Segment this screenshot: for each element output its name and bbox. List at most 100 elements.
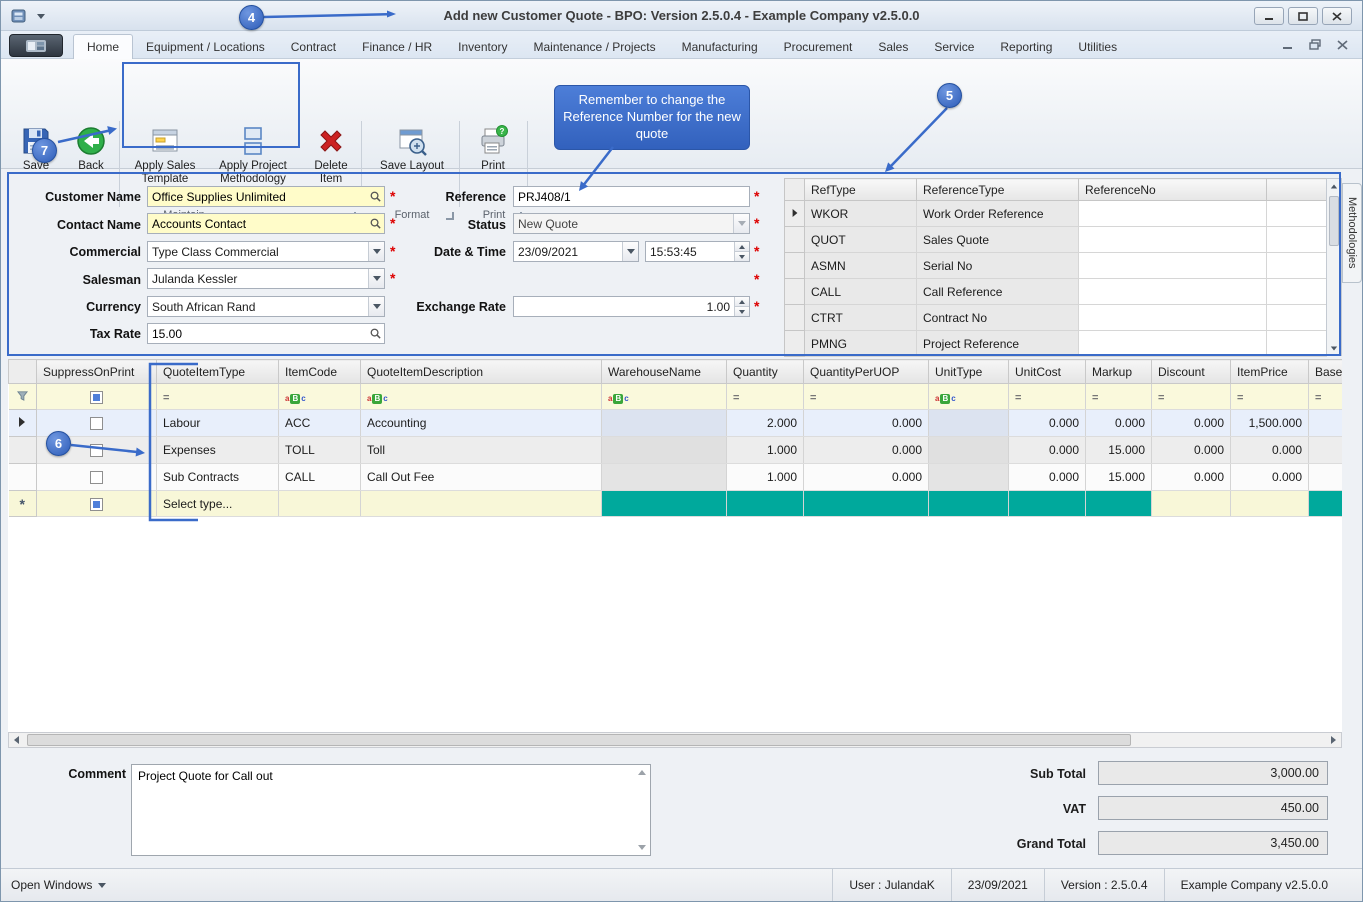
discount-cell[interactable]: 0.000 [1152,464,1231,491]
col-base[interactable]: Base [1309,360,1343,384]
refgrid-col-reftype[interactable]: RefType [805,179,917,201]
tab-utilities[interactable]: Utilities [1065,34,1130,59]
itemprice-cell[interactable]: 0.000 [1231,464,1309,491]
quantity-cell[interactable]: 2.000 [727,410,804,437]
referenceno-cell[interactable] [1079,227,1267,253]
quantityperuop-cell[interactable]: 0.000 [804,437,929,464]
col-markup[interactable]: Markup [1086,360,1152,384]
app-menu-button[interactable] [9,34,63,57]
refgrid-vertical-scrollbar[interactable] [1326,178,1342,356]
col-itemprice[interactable]: ItemPrice [1231,360,1309,384]
refgrid-col-referenceno[interactable]: ReferenceNo [1079,179,1267,201]
tab-inventory[interactable]: Inventory [445,34,520,59]
salesman-combo[interactable]: Julanda Kessler [147,268,385,289]
itemprice-cell[interactable]: 1,500.000 [1231,410,1309,437]
quantityperuop-cell[interactable]: 0.000 [804,410,929,437]
referenceno-cell[interactable] [1079,331,1267,357]
maximize-button[interactable] [1288,7,1318,25]
tax-rate-field[interactable] [147,323,385,344]
col-suppressonprint[interactable]: SuppressOnPrint [37,360,157,384]
base-cell[interactable] [1309,464,1343,491]
col-quoteitemtype[interactable]: QuoteItemType [157,360,279,384]
discount-cell[interactable]: 0.000 [1152,437,1231,464]
discount-cell[interactable]: 0.000 [1152,410,1231,437]
referenceno-cell[interactable] [1079,305,1267,331]
minimize-button[interactable] [1254,7,1284,25]
calendar-dropdown-icon[interactable] [622,242,638,261]
quoteitemtype-cell[interactable]: Labour [157,410,279,437]
unitcost-cell[interactable]: 0.000 [1009,437,1086,464]
date-field[interactable]: 23/09/2021 [513,241,639,262]
tab-manufacturing[interactable]: Manufacturing [669,34,771,59]
filter-checkbox[interactable] [90,391,103,404]
description-cell[interactable]: Toll [361,437,602,464]
scrollbar-thumb[interactable] [27,734,1131,746]
chevron-down-icon[interactable] [368,269,384,288]
suppress-checkbox[interactable] [90,417,103,430]
scroll-left-icon[interactable] [9,733,24,747]
referenceno-cell[interactable] [1079,279,1267,305]
quoteitemtype-cell[interactable]: Expenses [157,437,279,464]
spin-up-icon[interactable] [735,242,749,252]
suppress-checkbox[interactable] [90,471,103,484]
contact-name-field[interactable] [147,213,385,234]
mdi-restore-icon[interactable] [1309,39,1321,50]
exchange-rate-field[interactable]: 1.00 [513,296,750,317]
tab-home[interactable]: Home [73,34,133,59]
scrollbar-thumb[interactable] [1329,196,1339,246]
markup-cell[interactable]: 15.000 [1086,464,1152,491]
markup-cell[interactable]: 15.000 [1086,437,1152,464]
mdi-close-icon[interactable] [1337,40,1348,50]
col-warehousename[interactable]: WarehouseName [602,360,727,384]
itemcode-cell[interactable]: ACC [279,410,361,437]
suppress-checkbox[interactable] [90,444,103,457]
itemprice-cell[interactable] [1231,491,1309,517]
scroll-down-icon[interactable] [638,845,646,850]
open-windows-dropdown[interactable]: Open Windows [11,878,106,892]
customer-name-input[interactable] [148,190,366,204]
refgrid-col-referencetype[interactable]: ReferenceType [917,179,1079,201]
quantity-cell[interactable]: 1.000 [727,464,804,491]
scroll-up-icon[interactable] [1327,179,1341,193]
suppress-checkbox[interactable] [90,498,103,511]
col-unittype[interactable]: UnitType [929,360,1009,384]
exchange-rate-spinner[interactable] [734,297,749,316]
tab-contract[interactable]: Contract [278,34,349,59]
quoteitemtype-cell[interactable]: Sub Contracts [157,464,279,491]
select-type-cell[interactable]: Select type... [157,491,279,517]
quantity-cell[interactable]: 1.000 [727,437,804,464]
col-itemcode[interactable]: ItemCode [279,360,361,384]
commercial-combo[interactable]: Type Class Commercial [147,241,385,262]
grid-horizontal-scrollbar[interactable] [8,732,1342,748]
quantityperuop-cell[interactable]: 0.000 [804,464,929,491]
tab-finance-hr[interactable]: Finance / HR [349,34,445,59]
spin-up-icon[interactable] [735,297,749,307]
tab-sales[interactable]: Sales [865,34,921,59]
methodologies-side-tab[interactable]: Methodologies [1342,183,1362,283]
currency-combo[interactable]: South African Rand [147,296,385,317]
markup-cell[interactable]: 0.000 [1086,410,1152,437]
tab-maintenance-projects[interactable]: Maintenance / Projects [521,34,669,59]
spin-down-icon[interactable] [735,307,749,316]
customer-name-field[interactable] [147,186,385,207]
tab-procurement[interactable]: Procurement [771,34,866,59]
col-quantity[interactable]: Quantity [727,360,804,384]
col-quantityperuop[interactable]: QuantityPerUOP [804,360,929,384]
tab-service[interactable]: Service [921,34,987,59]
mdi-minimize-icon[interactable] [1282,40,1293,50]
description-cell[interactable]: Accounting [361,410,602,437]
comment-textarea[interactable]: Project Quote for Call out [132,765,650,855]
contact-name-input[interactable] [148,217,366,231]
col-quoteitemdescription[interactable]: QuoteItemDescription [361,360,602,384]
scroll-right-icon[interactable] [1326,733,1341,747]
status-combo[interactable]: New Quote [513,213,750,234]
tab-reporting[interactable]: Reporting [987,34,1065,59]
spin-down-icon[interactable] [735,252,749,261]
reference-input[interactable] [514,190,749,204]
tab-equipment-locations[interactable]: Equipment / Locations [133,34,278,59]
col-discount[interactable]: Discount [1152,360,1231,384]
base-cell[interactable] [1309,410,1343,437]
itemcode-cell[interactable]: TOLL [279,437,361,464]
unitcost-cell[interactable]: 0.000 [1009,410,1086,437]
reference-field[interactable] [513,186,750,207]
